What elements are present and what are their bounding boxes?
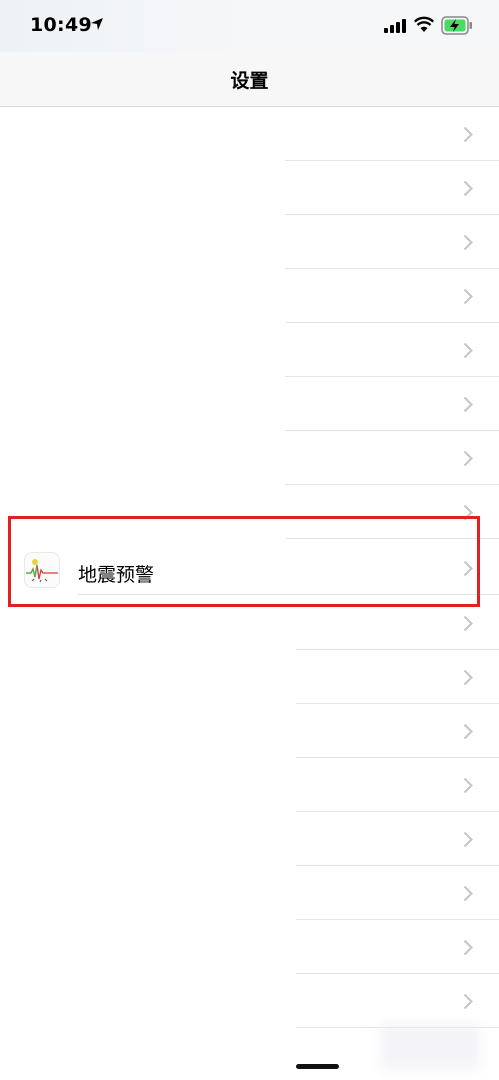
- watermark-blur: [380, 1024, 480, 1070]
- chevron-right-icon: [463, 993, 473, 1010]
- settings-row[interactable]: [0, 161, 499, 215]
- chevron-right-icon: [463, 777, 473, 794]
- settings-row[interactable]: [0, 866, 499, 920]
- settings-row[interactable]: [0, 377, 499, 431]
- settings-row[interactable]: [0, 431, 499, 485]
- cellular-signal-icon: [384, 19, 406, 33]
- chevron-right-icon: [463, 885, 473, 902]
- chevron-right-icon: [463, 669, 473, 686]
- settings-row[interactable]: [0, 920, 499, 974]
- location-arrow-icon: [91, 18, 103, 30]
- settings-row[interactable]: [0, 650, 499, 704]
- settings-row[interactable]: [0, 704, 499, 758]
- settings-row[interactable]: [0, 107, 499, 161]
- chevron-right-icon: [463, 126, 473, 143]
- chevron-right-icon: [463, 723, 473, 740]
- home-indicator[interactable]: [296, 1064, 339, 1069]
- navigation-bar: 设置: [0, 52, 499, 107]
- status-bar: 10:49: [0, 0, 499, 52]
- page-title: 设置: [230, 70, 269, 92]
- highlight-annotation-box: [8, 516, 480, 607]
- settings-row[interactable]: [0, 215, 499, 269]
- battery-charging-icon: [441, 16, 472, 35]
- wifi-icon: [414, 16, 434, 32]
- settings-row[interactable]: [0, 758, 499, 812]
- chevron-right-icon: [463, 180, 473, 197]
- chevron-right-icon: [463, 342, 473, 359]
- chevron-right-icon: [463, 939, 473, 956]
- chevron-right-icon: [463, 288, 473, 305]
- settings-row[interactable]: [0, 269, 499, 323]
- chevron-right-icon: [463, 234, 473, 251]
- chevron-right-icon: [463, 615, 473, 632]
- settings-row[interactable]: [0, 323, 499, 377]
- chevron-right-icon: [463, 831, 473, 848]
- chevron-right-icon: [463, 396, 473, 413]
- chevron-right-icon: [463, 450, 473, 467]
- settings-row[interactable]: [0, 812, 499, 866]
- settings-row[interactable]: [0, 974, 499, 1028]
- status-time: 10:49: [30, 14, 92, 36]
